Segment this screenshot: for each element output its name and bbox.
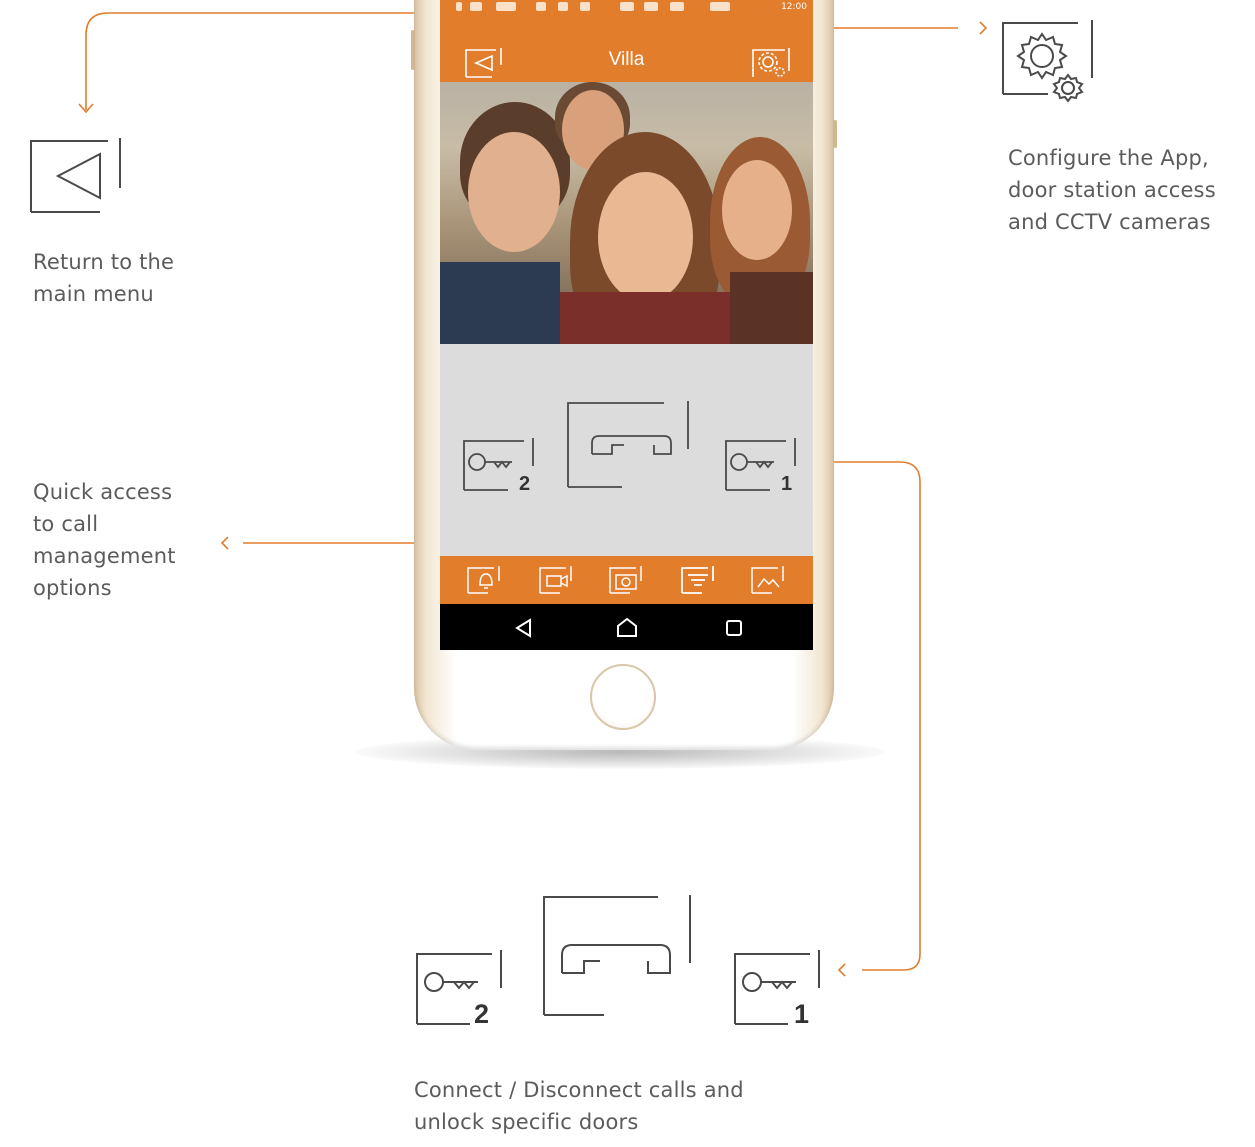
status-time: 12:00	[781, 2, 807, 12]
settings-icon[interactable]	[751, 47, 791, 79]
gears-icon	[1002, 20, 1093, 103]
door-2-number: 2	[519, 473, 530, 492]
door-1-number-large: 1	[794, 999, 809, 1028]
unlock-door-1-button[interactable]: 1	[724, 436, 798, 492]
nav-recents-icon[interactable]	[722, 616, 746, 640]
android-nav-bar	[440, 604, 813, 650]
door-1-number: 1	[781, 473, 792, 492]
phone-side-key	[411, 30, 415, 70]
unlock-door-1-button-large: 1	[734, 950, 820, 1028]
camera-snapshot-icon[interactable]	[608, 565, 644, 595]
return-callout-text: Return to the main menu	[33, 250, 175, 306]
phone-home-button[interactable]	[590, 664, 656, 730]
door-2-number-large: 2	[474, 999, 489, 1028]
quick-access-callout-text: Quick access to call management options	[33, 480, 176, 600]
leader-line-return	[85, 12, 440, 110]
handset-icon	[543, 895, 691, 1016]
gallery-icon[interactable]	[750, 565, 786, 595]
app-header: Villa	[440, 14, 813, 82]
door-bell-icon[interactable]	[466, 565, 502, 595]
connect-callout-text: Connect / Disconnect calls and unlock sp…	[414, 1078, 744, 1134]
volume-bars-icon[interactable]	[680, 565, 716, 595]
call-button[interactable]	[564, 399, 692, 491]
phone-screen: 12:00 Villa 2 1	[440, 0, 813, 650]
unlock-door-2-button[interactable]: 2	[462, 436, 536, 492]
phone-side-key	[833, 120, 837, 148]
leader-arrow-quick	[220, 536, 229, 550]
video-camera-icon[interactable]	[538, 565, 574, 595]
call-options-toolbar	[440, 556, 813, 604]
call-controls: 2 1	[440, 344, 813, 556]
leader-arrow-configure	[979, 21, 988, 35]
back-icon	[30, 138, 121, 213]
leader-arrow-return	[78, 103, 94, 114]
nav-back-icon[interactable]	[512, 616, 536, 640]
nav-home-icon[interactable]	[615, 616, 639, 640]
configure-callout-text: Configure the App, door station access a…	[1008, 146, 1216, 234]
leader-arrow-connect	[837, 963, 846, 977]
unlock-door-2-button-large: 2	[416, 950, 502, 1028]
status-bar: 12:00	[440, 0, 813, 14]
camera-video-feed	[440, 82, 813, 344]
